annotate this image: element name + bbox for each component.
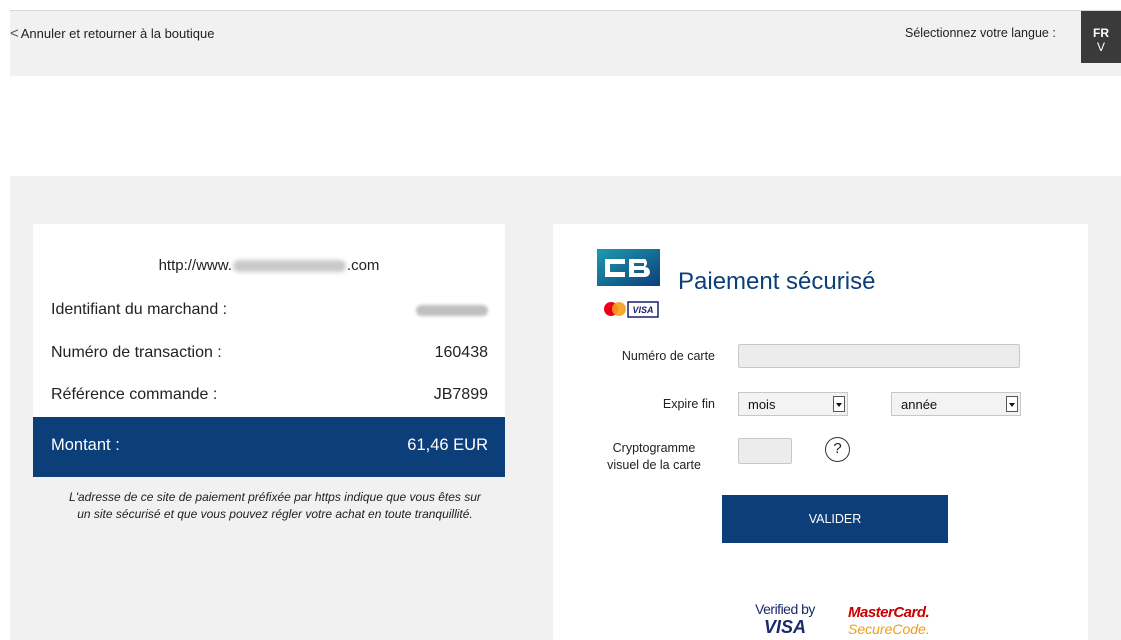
language-code: FR (1093, 26, 1109, 40)
cvv-label-line1: Cryptogramme (612, 441, 696, 455)
order-summary-card: http://www. .com Identifiant du marchand … (33, 224, 505, 477)
payment-title: Paiement sécurisé (678, 268, 876, 295)
url-suffix: .com (346, 257, 380, 274)
language-selector[interactable]: FR V (1081, 11, 1121, 63)
expiry-year-select[interactable]: année (891, 392, 1021, 416)
merchant-id-value-blurred (416, 301, 488, 321)
back-link-label: Annuler et retourner à la boutique (20, 26, 215, 41)
chevron-down-icon (833, 396, 845, 412)
card-number-label: Numéro de carte (621, 349, 715, 363)
top-bar: < Annuler et retourner à la boutique Sél… (10, 10, 1121, 76)
cvv-label: Cryptogramme visuel de la carte (593, 440, 715, 474)
main-panel: http://www. .com Identifiant du marchand … (10, 176, 1121, 640)
amount-row: Montant : 61,46 EUR (33, 417, 505, 477)
merchant-id-row: Identifiant du marchand : (51, 301, 488, 321)
language-dropdown-indicator: V (1096, 40, 1105, 54)
amount-value: 61,46 EUR (407, 436, 488, 454)
mastercard-securecode-logo: MasterCard. SecureCode. (848, 605, 938, 640)
reference-value: JB7899 (433, 386, 488, 403)
visa-mini-logo-text: VISA (632, 305, 653, 315)
cvv-label-line2: visuel de la carte (607, 458, 701, 472)
mastercard-text: MasterCard. (848, 604, 930, 621)
help-icon[interactable]: ? (825, 437, 850, 462)
verified-by-text: Verified by (755, 601, 815, 617)
amount-label: Montant : (51, 436, 120, 454)
back-to-shop-link[interactable]: < Annuler et retourner à la boutique (10, 26, 214, 41)
merchant-id-label: Identifiant du marchand : (51, 301, 228, 318)
chevron-left-icon: < (10, 25, 19, 42)
reference-row: Référence commande : JB7899 (51, 386, 488, 406)
transaction-row: Numéro de transaction : 160438 (51, 344, 488, 364)
expiry-year-value: année (901, 397, 938, 412)
blurred-domain (232, 260, 346, 273)
cb-logo: VISA (597, 249, 660, 322)
merchant-site-url: http://www. .com (33, 257, 505, 274)
card-number-input[interactable] (738, 344, 1020, 368)
reference-label: Référence commande : (51, 386, 218, 403)
language-label: Sélectionnez votre langue : (905, 26, 1056, 40)
transaction-value: 160438 (434, 344, 488, 361)
expiry-month-select[interactable]: mois (738, 392, 848, 416)
url-prefix: http://www. (158, 257, 232, 274)
cvv-input[interactable] (738, 438, 792, 464)
secure-site-note: L'adresse de ce site de paiement préfixé… (25, 489, 525, 523)
visa-text: VISA (763, 617, 806, 637)
payment-card: VISA Paiement sécurisé Numéro de carte E… (553, 224, 1088, 640)
expiry-label: Expire fin (662, 397, 715, 411)
verified-by-visa-logo: Verified by VISA (745, 602, 825, 640)
transaction-label: Numéro de transaction : (51, 344, 222, 361)
securecode-text: SecureCode. (848, 621, 930, 637)
chevron-down-icon (1006, 396, 1018, 412)
secure-note-line2: un site sécurisé et que vous pouvez régl… (77, 507, 473, 521)
expiry-month-value: mois (748, 397, 776, 412)
validate-button[interactable]: VALIDER (722, 495, 948, 543)
secure-note-line1: L'adresse de ce site de paiement préfixé… (69, 490, 481, 504)
